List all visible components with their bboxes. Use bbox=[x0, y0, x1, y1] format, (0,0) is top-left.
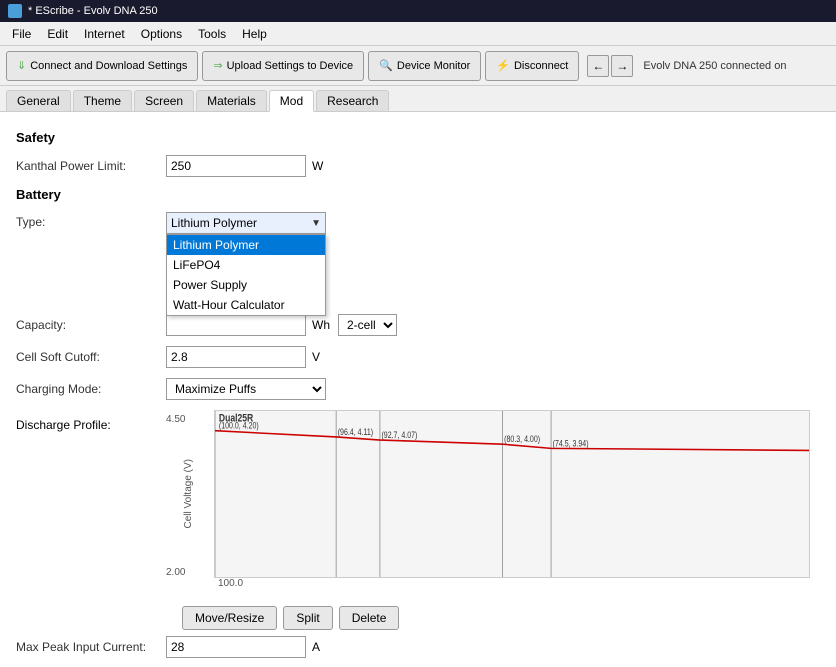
kanthal-input[interactable] bbox=[166, 155, 306, 177]
disconnect-button[interactable]: ⚡ Disconnect bbox=[485, 51, 579, 81]
menu-internet[interactable]: Internet bbox=[76, 25, 133, 43]
x-axis-label: 100.0 bbox=[214, 578, 810, 596]
menu-bar: File Edit Internet Options Tools Help bbox=[0, 22, 836, 46]
charging-mode-label: Charging Mode: bbox=[16, 382, 166, 396]
split-button[interactable]: Split bbox=[283, 606, 332, 630]
title-bar: * EScribe - Evolv DNA 250 bbox=[0, 0, 836, 22]
title-bar-text: * EScribe - Evolv DNA 250 bbox=[28, 5, 158, 17]
tab-general[interactable]: General bbox=[6, 90, 71, 111]
upload-icon: ⇒ bbox=[213, 59, 222, 72]
y-axis-label: Cell Voltage (V) bbox=[183, 459, 194, 528]
dropdown-item-lithium-polymer[interactable]: Lithium Polymer bbox=[167, 235, 325, 255]
menu-file[interactable]: File bbox=[4, 25, 39, 43]
type-label: Type: bbox=[16, 212, 166, 229]
app-icon bbox=[8, 4, 22, 18]
safety-header: Safety bbox=[16, 130, 820, 145]
svg-text:(74.5, 3.94): (74.5, 3.94) bbox=[553, 438, 589, 448]
connect-icon: ⇓ bbox=[17, 59, 26, 72]
soft-cutoff-input[interactable] bbox=[166, 346, 306, 368]
chart-buttons-row: Move/Resize Split Delete bbox=[182, 606, 820, 630]
move-resize-button[interactable]: Move/Resize bbox=[182, 606, 277, 630]
main-content: Safety Kanthal Power Limit: W Battery Ty… bbox=[0, 112, 836, 667]
connected-status: Evolv DNA 250 connected on bbox=[643, 60, 786, 72]
kanthal-unit: W bbox=[312, 159, 323, 173]
capacity-label: Capacity: bbox=[16, 318, 166, 332]
nav-arrows: ← → bbox=[587, 55, 633, 77]
charging-mode-row: Charging Mode: Maximize Puffs Maximize B… bbox=[16, 378, 820, 400]
tab-theme[interactable]: Theme bbox=[73, 90, 132, 111]
upload-settings-button[interactable]: ⇒ Upload Settings to Device bbox=[202, 51, 364, 81]
svg-text:Dual25R: Dual25R bbox=[219, 412, 254, 424]
max-peak-row: Max Peak Input Current: A bbox=[16, 636, 820, 658]
monitor-icon: 🔍 bbox=[379, 59, 393, 72]
capacity-input[interactable] bbox=[166, 314, 306, 336]
discharge-profile-row: Discharge Profile: 4.50 2.00 Cell Voltag… bbox=[16, 410, 820, 600]
selected-type-text: Lithium Polymer bbox=[171, 216, 257, 230]
menu-help[interactable]: Help bbox=[234, 25, 275, 43]
forward-arrow[interactable]: → bbox=[611, 55, 633, 77]
dropdown-item-watt-hour[interactable]: Watt-Hour Calculator bbox=[167, 295, 325, 315]
tab-bar: General Theme Screen Materials Mod Resea… bbox=[0, 86, 836, 112]
discharge-label: Discharge Profile: bbox=[16, 410, 166, 432]
delete-button[interactable]: Delete bbox=[339, 606, 400, 630]
discharge-chart-container: 4.50 2.00 Cell Voltage (V) bbox=[166, 410, 820, 600]
back-arrow[interactable]: ← bbox=[587, 55, 609, 77]
connect-download-button[interactable]: ⇓ Connect and Download Settings bbox=[6, 51, 198, 81]
tab-screen[interactable]: Screen bbox=[134, 90, 194, 111]
dropdown-item-power-supply[interactable]: Power Supply bbox=[167, 275, 325, 295]
soft-cutoff-unit: V bbox=[312, 350, 320, 364]
battery-type-row: Type: Lithium Polymer ▼ Lithium Polymer … bbox=[16, 212, 820, 234]
dropdown-item-lifepo4[interactable]: LiFePO4 bbox=[167, 255, 325, 275]
max-peak-input[interactable] bbox=[166, 636, 306, 658]
disconnect-icon: ⚡ bbox=[496, 59, 510, 72]
toolbar: ⇓ Connect and Download Settings ⇒ Upload… bbox=[0, 46, 836, 86]
menu-options[interactable]: Options bbox=[133, 25, 190, 43]
svg-text:(96.4, 4.11): (96.4, 4.11) bbox=[338, 427, 374, 437]
menu-edit[interactable]: Edit bbox=[39, 25, 76, 43]
battery-type-select[interactable]: Lithium Polymer ▼ bbox=[166, 212, 326, 234]
tab-materials[interactable]: Materials bbox=[196, 90, 267, 111]
menu-tools[interactable]: Tools bbox=[190, 25, 234, 43]
y-axis-label-wrapper: Cell Voltage (V) bbox=[180, 410, 196, 578]
kanthal-power-row: Kanthal Power Limit: W bbox=[16, 155, 820, 177]
cell-count-select[interactable]: 2-cell 3-cell 4-cell bbox=[338, 314, 397, 336]
battery-type-dropdown-menu: Lithium Polymer LiFePO4 Power Supply Wat… bbox=[166, 234, 326, 316]
dropdown-arrow-icon: ▼ bbox=[311, 218, 321, 229]
max-peak-label: Max Peak Input Current: bbox=[16, 640, 166, 654]
chart-area: (100.0, 4.20) (96.4, 4.11) (92.7, 4.07) … bbox=[214, 410, 810, 578]
svg-text:(92.7, 4.07): (92.7, 4.07) bbox=[381, 430, 417, 440]
kanthal-label: Kanthal Power Limit: bbox=[16, 159, 166, 173]
soft-cutoff-label: Cell Soft Cutoff: bbox=[16, 350, 166, 364]
tab-mod[interactable]: Mod bbox=[269, 90, 314, 112]
charging-mode-select[interactable]: Maximize Puffs Maximize Battery Life Bal… bbox=[166, 378, 326, 400]
svg-text:(80.3, 4.00): (80.3, 4.00) bbox=[504, 434, 540, 444]
tab-research[interactable]: Research bbox=[316, 90, 389, 111]
battery-type-dropdown-wrapper: Lithium Polymer ▼ Lithium Polymer LiFePO… bbox=[166, 212, 326, 234]
soft-cutoff-row: Cell Soft Cutoff: V bbox=[16, 346, 820, 368]
discharge-chart-svg: (100.0, 4.20) (96.4, 4.11) (92.7, 4.07) … bbox=[215, 411, 809, 577]
device-monitor-button[interactable]: 🔍 Device Monitor bbox=[368, 51, 481, 81]
capacity-row: Capacity: Wh 2-cell 3-cell 4-cell bbox=[16, 314, 820, 336]
max-peak-unit: A bbox=[312, 640, 320, 654]
chart-wrapper: 4.50 2.00 Cell Voltage (V) bbox=[166, 410, 810, 600]
capacity-unit: Wh bbox=[312, 318, 330, 332]
battery-header: Battery bbox=[16, 187, 820, 202]
